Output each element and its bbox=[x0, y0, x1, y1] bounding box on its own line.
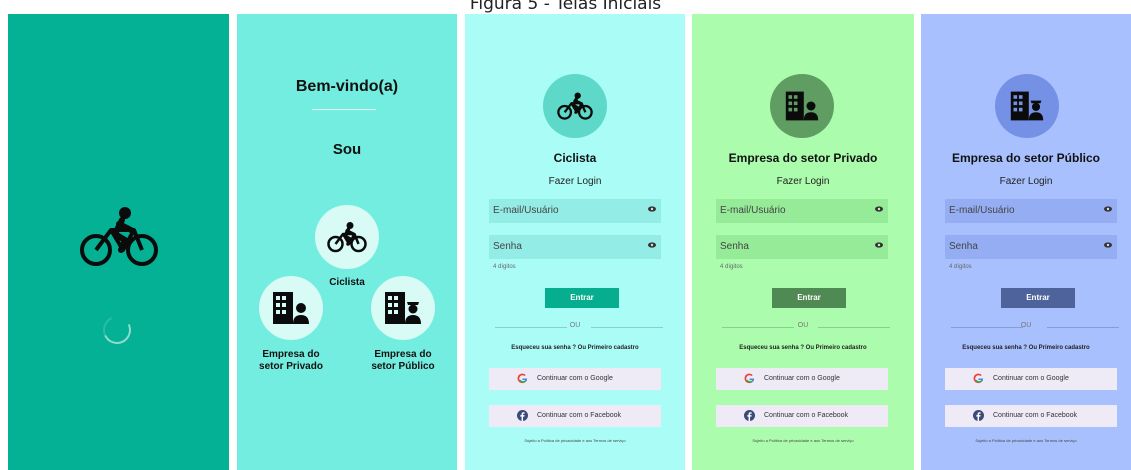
google-login-button[interactable]: Continuar com o Google bbox=[716, 368, 888, 390]
google-login-button[interactable]: Continuar com o Google bbox=[945, 368, 1117, 390]
password-hint: 4 dígitos bbox=[949, 264, 972, 270]
password-hint: 4 dígitos bbox=[493, 264, 516, 270]
facebook-label: Continuar com o Facebook bbox=[993, 412, 1078, 419]
facebook-label: Continuar com o Facebook bbox=[537, 412, 622, 419]
login-button[interactable]: Entrar bbox=[545, 288, 619, 308]
password-placeholder: Senha bbox=[493, 241, 522, 252]
splash-screen bbox=[8, 14, 229, 470]
terms-text[interactable]: Sujeito a Política de privacidade e aos … bbox=[465, 438, 685, 443]
sou-heading: Sou bbox=[332, 141, 362, 158]
google-label: Continuar com o Google bbox=[993, 375, 1069, 382]
facebook-icon bbox=[744, 410, 755, 421]
choice-public-label: Empresa do setor Público bbox=[357, 349, 449, 373]
bicycle-rider-icon bbox=[557, 92, 593, 120]
figure-caption: Figura 5 - Telas Iniciais bbox=[469, 0, 662, 14]
password-field[interactable]: Senha bbox=[489, 235, 661, 259]
facebook-icon bbox=[517, 410, 528, 421]
email-placeholder: E-mail/Usuário bbox=[720, 205, 786, 216]
facebook-login-button[interactable]: Continuar com o Facebook bbox=[945, 405, 1117, 427]
email-field[interactable]: E-mail/Usuário bbox=[489, 199, 661, 223]
google-icon bbox=[973, 373, 984, 384]
google-label: Continuar com o Google bbox=[764, 375, 840, 382]
title-divider bbox=[312, 109, 376, 110]
forgot-password-link[interactable]: Esqueceu sua senha ? Ou Primeiro cadastr… bbox=[921, 345, 1131, 351]
facebook-icon bbox=[973, 410, 984, 421]
bicycle-rider-icon bbox=[327, 222, 367, 253]
login-subtitle: Fazer Login bbox=[776, 176, 830, 187]
divider-line bbox=[818, 327, 890, 328]
google-icon bbox=[744, 373, 755, 384]
eye-icon[interactable] bbox=[648, 206, 656, 212]
screens-figure: Figura 5 - Telas Iniciais Bem-vindo(a) S… bbox=[0, 0, 1131, 470]
choice-ciclista-button[interactable] bbox=[315, 205, 379, 269]
bicycle-rider-icon bbox=[80, 207, 158, 266]
choice-private-label: Empresa do setor Privado bbox=[243, 349, 339, 373]
building-officer-icon bbox=[385, 292, 421, 324]
login-button[interactable]: Entrar bbox=[772, 288, 846, 308]
google-icon bbox=[517, 373, 528, 384]
avatar bbox=[995, 74, 1059, 138]
login-screen-public: Empresa do setor Público Fazer Login E-m… bbox=[921, 14, 1131, 470]
divider-line bbox=[591, 327, 663, 328]
divider-line bbox=[1047, 327, 1119, 328]
password-field[interactable]: Senha bbox=[716, 235, 888, 259]
email-field[interactable]: E-mail/Usuário bbox=[945, 199, 1117, 223]
eye-icon[interactable] bbox=[875, 206, 883, 212]
building-person-icon bbox=[273, 292, 309, 324]
email-placeholder: E-mail/Usuário bbox=[949, 205, 1015, 216]
facebook-login-button[interactable]: Continuar com o Facebook bbox=[716, 405, 888, 427]
forgot-password-link[interactable]: Esqueceu sua senha ? Ou Primeiro cadastr… bbox=[465, 345, 685, 351]
choice-ciclista-label: Ciclista bbox=[329, 277, 365, 288]
avatar bbox=[543, 74, 607, 138]
facebook-login-button[interactable]: Continuar com o Facebook bbox=[489, 405, 661, 427]
choice-private-line1: Empresa do bbox=[262, 349, 320, 360]
choice-public-line1: Empresa do bbox=[374, 349, 432, 360]
login-title: Ciclista bbox=[553, 151, 597, 165]
loading-spinner bbox=[99, 312, 135, 348]
login-screen-ciclista: Ciclista Fazer Login E-mail/Usuário Senh… bbox=[465, 14, 685, 470]
eye-icon[interactable] bbox=[1104, 242, 1112, 248]
login-title: Empresa do setor Público bbox=[951, 151, 1101, 165]
eye-icon[interactable] bbox=[648, 242, 656, 248]
email-field[interactable]: E-mail/Usuário bbox=[716, 199, 888, 223]
password-field[interactable]: Senha bbox=[945, 235, 1117, 259]
welcome-screen: Bem-vindo(a) Sou Ciclista Empresa do set… bbox=[237, 14, 457, 470]
building-officer-icon bbox=[1010, 91, 1044, 121]
google-label: Continuar com o Google bbox=[537, 375, 613, 382]
terms-text[interactable]: Sujeito a Política de privacidade e aos … bbox=[692, 438, 914, 443]
forgot-password-link[interactable]: Esqueceu sua senha ? Ou Primeiro cadastr… bbox=[692, 345, 914, 351]
welcome-title: Bem-vindo(a) bbox=[295, 78, 399, 95]
password-placeholder: Senha bbox=[949, 241, 978, 252]
choice-public-line2: setor Público bbox=[371, 361, 435, 372]
login-screen-private: Empresa do setor Privado Fazer Login E-m… bbox=[692, 14, 914, 470]
password-hint: 4 dígitos bbox=[720, 264, 743, 270]
login-title: Empresa do setor Privado bbox=[728, 151, 878, 165]
google-login-button[interactable]: Continuar com o Google bbox=[489, 368, 661, 390]
choice-private-button[interactable] bbox=[259, 276, 323, 340]
facebook-label: Continuar com o Facebook bbox=[764, 412, 849, 419]
login-subtitle: Fazer Login bbox=[548, 176, 602, 187]
choice-private-line2: setor Privado bbox=[259, 361, 323, 372]
eye-icon[interactable] bbox=[1104, 206, 1112, 212]
building-person-icon bbox=[785, 91, 819, 121]
choice-public-button[interactable] bbox=[371, 276, 435, 340]
email-placeholder: E-mail/Usuário bbox=[493, 205, 559, 216]
terms-text[interactable]: Sujeito a Política de privacidade e aos … bbox=[921, 438, 1131, 443]
login-subtitle: Fazer Login bbox=[999, 176, 1053, 187]
avatar bbox=[770, 74, 834, 138]
login-button[interactable]: Entrar bbox=[1001, 288, 1075, 308]
eye-icon[interactable] bbox=[875, 242, 883, 248]
password-placeholder: Senha bbox=[720, 241, 749, 252]
